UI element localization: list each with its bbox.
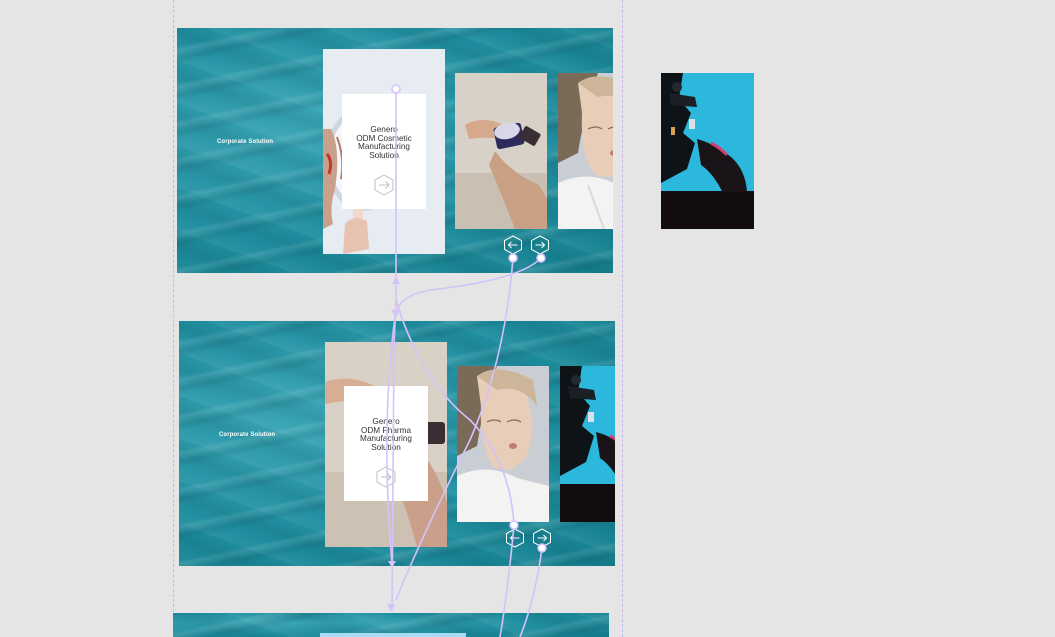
hand-cream-jar-photo (455, 73, 547, 229)
card-title-line: Solution (369, 150, 399, 160)
frame-3-panel (320, 633, 466, 637)
product-card[interactable]: Genero ODM Cosmetic Manufacturing Soluti… (342, 94, 426, 209)
frame-label: Corporate Solution (219, 432, 276, 438)
card-title-line: Solution (371, 442, 401, 452)
arrow-right-icon[interactable] (373, 174, 395, 196)
prev-slide-button[interactable] (505, 528, 525, 548)
arrow-right-icon[interactable] (375, 466, 397, 488)
woman-portrait-photo (558, 73, 613, 229)
next-slide-button[interactable] (532, 528, 552, 548)
laboratory-microscope-photo (560, 366, 615, 522)
prev-slide-button[interactable] (503, 235, 523, 255)
product-card[interactable]: Genero ODM Pharma Manufacturing Solution (344, 386, 428, 501)
slider-frame-1[interactable]: Corporate Solution Genero ODM Cosmetic M… (177, 28, 613, 273)
next-slide-button[interactable] (530, 235, 550, 255)
woman-portrait-photo (457, 366, 549, 522)
slider-frame-2[interactable]: Corporate Solution Genero ODM Pharma Man… (179, 321, 615, 566)
slider-frame-3[interactable] (173, 613, 609, 637)
frame-label: Corporate Solution (217, 139, 274, 145)
layout-guide-left (173, 0, 174, 637)
laboratory-microscope-photo (661, 73, 754, 229)
layout-guide-right (622, 0, 623, 637)
card-title: Genero ODM Cosmetic Manufacturing Soluti… (344, 125, 424, 160)
card-title: Genero ODM Pharma Manufacturing Solution (346, 417, 426, 452)
